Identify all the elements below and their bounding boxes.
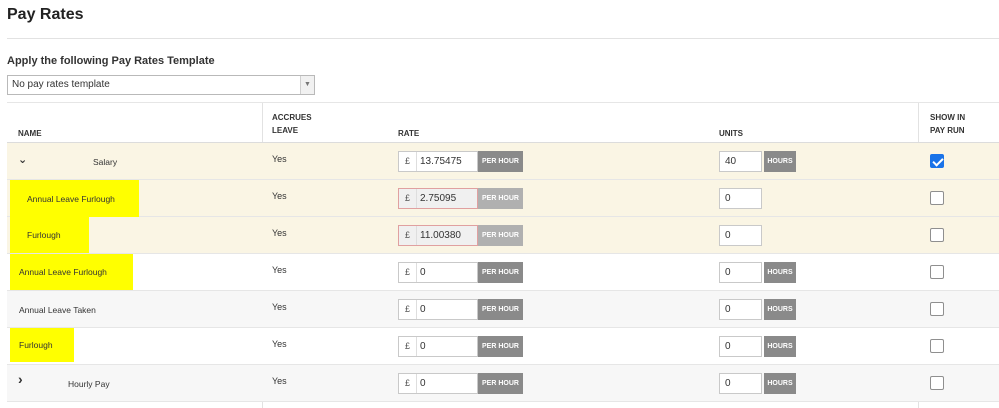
rate-value: 0	[420, 304, 426, 315]
units-input[interactable]: 0	[719, 299, 762, 320]
units-input[interactable]: 0	[719, 188, 762, 209]
header-show-1: SHOW IN	[930, 113, 966, 122]
rate-input[interactable]: £ 13.75475	[398, 151, 478, 172]
rate-value: 0	[420, 378, 426, 389]
table-header: NAME ACCRUES LEAVE RATE UNITS SHOW IN PA…	[7, 102, 999, 143]
rate-value: 13.75475	[420, 156, 462, 167]
units-input[interactable]: 0	[719, 336, 762, 357]
table-row[interactable]: ⌄ Salary Yes £ 13.75475 PER HOUR 40 HOUR…	[7, 143, 999, 180]
title-divider	[7, 38, 999, 39]
rate-input: £ 2.75095	[398, 188, 478, 209]
chevron-down-icon[interactable]: ⌄	[18, 153, 27, 166]
currency-symbol: £	[399, 374, 417, 393]
show-in-pay-run-checkbox[interactable]	[930, 191, 944, 205]
header-accrues-2: LEAVE	[272, 126, 299, 135]
rate-unit-tag: PER HOUR	[478, 373, 523, 394]
units-label-tag: HOURS	[764, 299, 796, 320]
accrues-leave-value: Yes	[272, 339, 287, 349]
show-in-pay-run-checkbox[interactable]	[930, 265, 944, 279]
pay-item-name: Annual Leave Furlough	[10, 180, 139, 219]
table-row[interactable]: › Hourly Pay Yes £ 0 PER HOUR 0 HOURS	[7, 365, 999, 402]
pay-rates-template-select[interactable]: No pay rates template ▼	[7, 75, 315, 95]
header-show-2: PAY RUN	[930, 126, 965, 135]
currency-symbol: £	[399, 152, 417, 171]
units-input[interactable]: 0	[719, 262, 762, 283]
accrues-leave-value: Yes	[272, 302, 287, 312]
units-label-tag: HOURS	[764, 151, 796, 172]
table-row[interactable]: Annual Leave Furlough Yes £ 0 PER HOUR 0…	[7, 254, 999, 291]
rate-value: 0	[420, 341, 426, 352]
rate-unit-tag: PER HOUR	[478, 225, 523, 246]
units-label-tag: HOURS	[764, 373, 796, 394]
header-name: NAME	[18, 129, 42, 138]
units-input[interactable]: 40	[719, 151, 762, 172]
table-row[interactable]: Annual Leave Furlough Yes £ 2.75095 PER …	[7, 180, 999, 219]
units-label-tag: HOURS	[764, 336, 796, 357]
units-input[interactable]: 0	[719, 225, 762, 246]
template-selected-value: No pay rates template	[12, 79, 110, 90]
accrues-leave-value: Yes	[272, 228, 287, 238]
table-row[interactable]: Furlough Yes £ 11.00380 PER HOUR 0	[7, 217, 999, 254]
currency-symbol: £	[399, 189, 417, 208]
pay-item-name: Furlough	[10, 328, 74, 362]
chevron-down-icon[interactable]: ▼	[300, 76, 314, 94]
show-in-pay-run-checkbox[interactable]	[930, 302, 944, 316]
currency-symbol: £	[399, 337, 417, 356]
accrues-leave-value: Yes	[272, 154, 287, 164]
show-in-pay-run-checkbox[interactable]	[930, 376, 944, 390]
currency-symbol: £	[399, 226, 417, 245]
header-rate: RATE	[398, 129, 420, 138]
units-label-tag: HOURS	[764, 262, 796, 283]
rate-unit-tag: PER HOUR	[478, 262, 523, 283]
rate-input[interactable]: £ 0	[398, 262, 478, 283]
rate-unit-tag: PER HOUR	[478, 188, 523, 209]
rate-unit-tag: PER HOUR	[478, 151, 523, 172]
template-label: Apply the following Pay Rates Template	[7, 55, 215, 67]
rate-unit-tag: PER HOUR	[478, 299, 523, 320]
currency-symbol: £	[399, 300, 417, 319]
rate-input[interactable]: £ 0	[398, 299, 478, 320]
rate-input: £ 11.00380	[398, 225, 478, 246]
show-in-pay-run-checkbox[interactable]	[930, 339, 944, 353]
table-row[interactable]: Furlough Yes £ 0 PER HOUR 0 HOURS	[7, 328, 999, 365]
rate-unit-tag: PER HOUR	[478, 336, 523, 357]
pay-item-name: Annual Leave Taken	[19, 305, 96, 315]
rate-value: 11.00380	[420, 230, 461, 241]
show-in-pay-run-checkbox[interactable]	[930, 228, 944, 242]
pay-rates-table: NAME ACCRUES LEAVE RATE UNITS SHOW IN PA…	[7, 102, 999, 408]
rate-value: 0	[420, 267, 426, 278]
accrues-leave-value: Yes	[272, 376, 287, 386]
pay-item-name: Furlough	[10, 217, 89, 253]
pay-item-name: Hourly Pay	[68, 379, 110, 389]
table-row[interactable]: Annual Leave Taken Yes £ 0 PER HOUR 0 HO…	[7, 291, 999, 328]
header-accrues-1: ACCRUES	[272, 113, 312, 122]
units-input[interactable]: 0	[719, 373, 762, 394]
accrues-leave-value: Yes	[272, 265, 287, 275]
pay-item-name: Salary	[93, 157, 118, 167]
page-title: Pay Rates	[7, 6, 84, 23]
rate-input[interactable]: £ 0	[398, 373, 478, 394]
accrues-leave-value: Yes	[272, 191, 287, 201]
currency-symbol: £	[399, 263, 417, 282]
pay-item-name: Annual Leave Furlough	[10, 254, 133, 290]
rate-input[interactable]: £ 0	[398, 336, 478, 357]
show-in-pay-run-checkbox[interactable]	[930, 154, 944, 168]
rate-value: 2.75095	[420, 193, 457, 204]
header-units: UNITS	[719, 129, 743, 138]
chevron-right-icon[interactable]: ›	[18, 371, 23, 387]
